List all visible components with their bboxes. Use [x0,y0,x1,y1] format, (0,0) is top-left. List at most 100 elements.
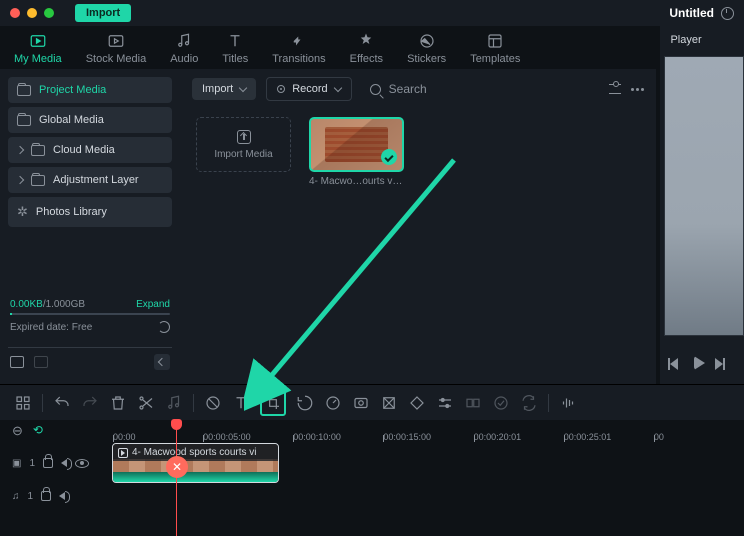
tab-templates[interactable]: Templates [470,32,520,65]
sidebar-item-global-media[interactable]: Global Media [8,107,172,133]
media-icon [27,32,49,50]
sidebar-item-adjustment-layer[interactable]: Adjustment Layer [8,167,172,193]
chevron-down-icon [239,84,247,92]
search-input[interactable]: Search [362,77,600,101]
check-icon [381,149,397,165]
ruler-tick: 00:00:10:00 [293,432,383,442]
expired-label: Expired date: Free [10,322,92,333]
import-card-label: Import Media [214,149,272,160]
adjust-icon[interactable] [436,394,454,412]
more-icon[interactable] [631,88,644,91]
sidebar-item-photos-library[interactable]: ✲ Photos Library [8,197,172,227]
audio-track-header[interactable]: ♫ 1 [0,491,112,502]
mute-icon[interactable] [61,459,67,467]
group-icon[interactable] [464,394,482,412]
search-icon [370,84,381,95]
delete-icon[interactable] [109,394,127,412]
tab-stock-media[interactable]: Stock Media [86,32,147,65]
folder-icon [17,85,31,96]
import-dropdown[interactable]: Import [192,78,256,100]
scissor-icon[interactable]: ✕ [166,456,188,478]
tab-label: Stock Media [86,53,147,65]
ruler-tick: 00:00:20:01 [474,432,564,442]
search-placeholder: Search [389,82,427,96]
project-name: Untitled [669,6,714,20]
marker-icon[interactable] [380,394,398,412]
replace-icon[interactable] [520,394,538,412]
history-icon[interactable] [721,7,734,20]
divider [193,394,194,412]
ruler-tick: 00:00 [113,432,203,442]
voiceover-icon[interactable] [559,394,577,412]
tab-label: Stickers [407,53,446,65]
tab-my-media[interactable]: My Media [14,32,62,65]
chevron-right-icon [16,146,24,154]
player-preview[interactable] [664,56,744,336]
zoom-out-icon[interactable]: ⊖ [12,423,23,439]
color-icon[interactable] [352,394,370,412]
tab-audio[interactable]: Audio [170,32,198,65]
ruler-tick: 00:00:25:01 [564,432,654,442]
video-track-header[interactable]: ▣ 1 [0,458,112,469]
record-dropdown[interactable]: Record [266,77,351,101]
player-prev-button[interactable] [668,356,684,372]
tab-effects[interactable]: Effects [350,32,383,65]
music-icon[interactable] [165,394,183,412]
playhead[interactable]: ✕ [176,420,177,536]
divider [42,394,43,412]
redo-icon[interactable] [81,394,99,412]
crop-icon[interactable] [260,390,286,416]
import-label: Import [202,83,233,95]
audio-track-icon: ♫ [12,491,20,502]
tab-transitions[interactable]: Transitions [272,32,325,65]
filter-icon[interactable] [609,84,621,94]
record-label: Record [292,83,327,95]
keyframe-icon[interactable] [408,394,426,412]
auto-icon[interactable] [492,394,510,412]
storage-bar [10,313,170,315]
sidebar-item-label: Global Media [39,114,104,126]
sidebar-item-project-media[interactable]: Project Media [8,77,172,103]
transitions-icon [288,32,310,50]
speed-icon[interactable] [324,394,342,412]
tab-label: Templates [470,53,520,65]
split-icon[interactable] [137,394,155,412]
expand-link[interactable]: Expand [136,299,170,310]
rotate-icon[interactable] [296,394,314,412]
new-folder-icon[interactable] [10,356,24,368]
refresh-icon[interactable] [158,321,170,333]
import-button[interactable]: Import [75,4,131,22]
tab-label: Audio [170,53,198,65]
clip-title: 4- Macwood sports courts vi [132,447,257,458]
traffic-light-minimize[interactable] [27,8,37,18]
eye-icon[interactable] [75,459,89,468]
tab-titles[interactable]: Titles [222,32,248,65]
tab-label: Effects [350,53,383,65]
grid-icon[interactable] [14,394,32,412]
media-clip[interactable]: 4- Macwo…ourts video [309,117,404,187]
undo-icon[interactable] [53,394,71,412]
sidebar-item-cloud-media[interactable]: Cloud Media [8,137,172,163]
player-next-button[interactable] [715,356,731,372]
traffic-light-zoom[interactable] [44,8,54,18]
mute-icon[interactable] [59,492,65,500]
play-icon [118,448,128,458]
collapse-sidebar-button[interactable] [154,354,170,370]
player-play-button[interactable] [694,356,705,370]
chevron-right-icon [16,176,24,184]
tab-stickers[interactable]: Stickers [407,32,446,65]
traffic-light-close[interactable] [10,8,20,18]
media-thumbnail[interactable] [309,117,404,172]
link-icon[interactable]: ⟲ [33,423,43,439]
storage-used: 0.00KB [10,299,43,310]
video-track-icon: ▣ [12,458,21,469]
lock-icon[interactable] [43,458,53,468]
text-icon[interactable] [232,394,250,412]
disable-icon[interactable] [204,394,222,412]
tab-label: Titles [222,53,248,65]
lock-icon[interactable] [41,491,51,501]
audio-icon [173,32,195,50]
stickers-icon [416,32,438,50]
import-media-card[interactable]: Import Media [196,117,291,172]
timeline-clip[interactable]: 4- Macwood sports courts vi [112,443,279,483]
